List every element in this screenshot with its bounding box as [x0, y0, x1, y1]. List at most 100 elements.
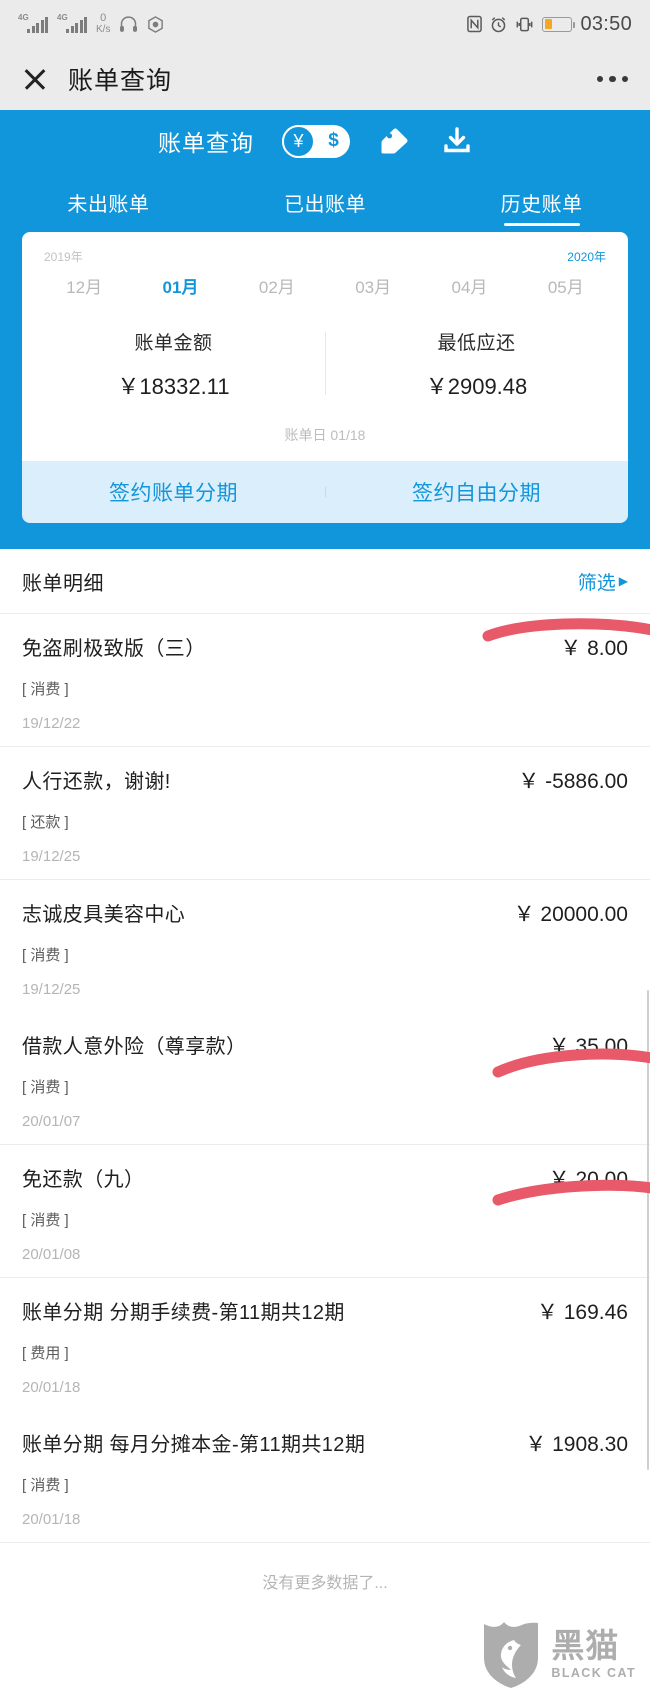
table-row[interactable]: 账单分期 每月分摊本金-第11期共12期 ￥ 1908.30 [ 消费 ] 20…: [0, 1410, 650, 1542]
transaction-name: 免盗刷极致版（三）: [22, 638, 206, 660]
table-row[interactable]: 志诚皮具美容中心 ￥ 20000.00 [ 消费 ] 19/12/25: [0, 880, 650, 1012]
row-primary-line: 免盗刷极致版（三） ￥ 8.00: [22, 632, 628, 662]
table-row[interactable]: 人行还款，谢谢! ￥ -5886.00 [ 还款 ] 19/12/25: [0, 747, 650, 879]
year-range-labels: 2019年 2020年: [22, 248, 628, 265]
transaction-type: [ 消费 ]: [22, 1477, 69, 1494]
page-title: 账单查询: [68, 67, 173, 95]
row-primary-line: 借款人意外险（尊享款） ￥ 35.00: [22, 1030, 628, 1060]
bill-card-wrapper: 2019年 2020年 12月 01月 02月 03月 04月 05月 账单金额…: [0, 232, 650, 523]
year-label-right: 2020年: [567, 250, 606, 264]
signal-gen-label-1: 4G: [18, 12, 29, 22]
header-bottom-spacer: [0, 523, 650, 549]
tab-unbilled[interactable]: 未出账单: [0, 172, 217, 232]
detail-section-header: 账单明细 筛选 ▶: [0, 549, 650, 613]
transaction-name: 免还款（九）: [22, 1169, 145, 1191]
end-of-list-note: 没有更多数据了...: [0, 1542, 650, 1613]
min-due-block: 最低应还 ￥2909.48: [325, 328, 628, 401]
watermark-cn-label: 黑猫: [551, 1626, 620, 1664]
download-icon[interactable]: [440, 124, 474, 158]
table-row[interactable]: 借款人意外险（尊享款） ￥ 35.00 [ 消费 ] 20/01/07: [0, 1012, 650, 1144]
transaction-date: 19/12/25: [22, 848, 81, 865]
bill-amount-label: 账单金额: [134, 333, 213, 354]
transaction-amount: ￥ -5886.00: [518, 770, 628, 793]
month-option-03[interactable]: 03月: [325, 273, 421, 298]
watermark-en-label: BLACK CAT: [551, 1665, 636, 1680]
transaction-group: 人行还款，谢谢! ￥ -5886.00 [ 还款 ] 19/12/25: [0, 746, 650, 879]
transaction-name: 志诚皮具美容中心: [22, 904, 186, 926]
vertical-scrollbar[interactable]: [646, 990, 649, 1470]
transaction-amount: ￥ 1908.30: [525, 1433, 628, 1456]
transaction-date: 20/01/18: [22, 1511, 81, 1528]
transaction-name: 人行还款，谢谢!: [22, 771, 171, 793]
app-badge-icon: [147, 15, 164, 33]
bill-summary-card: 2019年 2020年 12月 01月 02月 03月 04月 05月 账单金额…: [22, 232, 628, 461]
sign-bill-installment-button[interactable]: 签约账单分期: [22, 477, 325, 507]
table-row[interactable]: 免盗刷极致版（三） ￥ 8.00 [ 消费 ] 19/12/22: [0, 614, 650, 746]
more-options-icon[interactable]: [596, 75, 628, 83]
table-row[interactable]: 账单分期 分期手续费-第11期共12期 ￥ 169.46 [ 费用 ] 20/0…: [0, 1278, 650, 1410]
sign-free-installment-button[interactable]: 签约自由分期: [325, 477, 628, 507]
watermark: 黑猫 BLACK CAT: [480, 1618, 636, 1690]
transaction-name: 借款人意外险（尊享款）: [22, 1036, 247, 1058]
month-option-02[interactable]: 02月: [229, 273, 325, 298]
page-title-bar: 账单查询: [0, 48, 650, 110]
network-speed-unit: K/s: [96, 24, 111, 35]
row-primary-line: 免还款（九） ￥ 20.00: [22, 1163, 628, 1193]
network-speed-indicator: 0 K/s: [96, 13, 110, 35]
tag-icon[interactable]: [378, 124, 412, 158]
bill-tabs: 未出账单 已出账单 历史账单: [0, 172, 650, 232]
month-option-05[interactable]: 05月: [518, 273, 614, 298]
battery-icon: [542, 16, 576, 32]
transaction-type: [ 还款 ]: [22, 814, 69, 831]
signal-bars-icon-1: 4G: [18, 12, 48, 33]
tab-billed[interactable]: 已出账单: [217, 172, 434, 232]
chevron-right-icon: ▶: [618, 574, 628, 588]
month-option-01[interactable]: 01月: [132, 273, 228, 298]
month-selector: 12月 01月 02月 03月 04月 05月: [22, 265, 628, 298]
nfc-icon: [467, 15, 483, 33]
detail-section-title: 账单明细: [22, 572, 104, 595]
transaction-name: 账单分期 每月分摊本金-第11期共12期: [22, 1434, 366, 1456]
row-primary-line: 账单分期 每月分摊本金-第11期共12期 ￥ 1908.30: [22, 1428, 628, 1458]
table-row[interactable]: 免还款（九） ￥ 20.00 [ 消费 ] 20/01/08: [0, 1145, 650, 1277]
transaction-group: 免盗刷极致版（三） ￥ 8.00 [ 消费 ] 19/12/22: [0, 613, 650, 746]
blue-header: 账单查询 ¥ $ 未出账单 已出账单 历史账单 2019年 2020年 12月 …: [0, 110, 650, 549]
status-bar: 4G 4G 0 K/s 03:50: [0, 0, 650, 48]
currency-usd-option[interactable]: $: [317, 125, 350, 158]
row-primary-line: 账单分期 分期手续费-第11期共12期 ￥ 169.46: [22, 1296, 628, 1326]
alarm-icon: [490, 16, 507, 33]
headphone-icon: [119, 15, 138, 33]
transaction-group: 免还款（九） ￥ 20.00 [ 消费 ] 20/01/08: [0, 1144, 650, 1277]
currency-cny-option[interactable]: ¥: [282, 124, 315, 158]
row-primary-line: 志诚皮具美容中心 ￥ 20000.00: [22, 898, 628, 928]
signal-bars-icon-2: 4G: [57, 13, 87, 33]
vibrate-icon: [515, 16, 534, 33]
year-label-left: 2019年: [44, 250, 83, 264]
min-due-label: 最低应还: [437, 333, 516, 354]
black-cat-shield-icon: [484, 1622, 539, 1688]
transaction-date: 20/01/08: [22, 1246, 81, 1263]
filter-label: 筛选: [577, 572, 616, 594]
month-option-04[interactable]: 04月: [421, 273, 517, 298]
transaction-name: 账单分期 分期手续费-第11期共12期: [22, 1302, 345, 1324]
header-toolbar: 账单查询 ¥ $: [0, 110, 650, 172]
transaction-amount: ￥ 20.00: [548, 1168, 628, 1191]
row-primary-line: 人行还款，谢谢! ￥ -5886.00: [22, 765, 628, 795]
transaction-date: 19/12/25: [22, 981, 81, 998]
status-bar-left: 4G 4G 0 K/s: [18, 13, 164, 35]
transaction-amount: ￥ 8.00: [560, 637, 628, 660]
close-icon[interactable]: [22, 66, 48, 92]
status-bar-clock: 03:50: [580, 12, 632, 35]
header-title: 账单查询: [158, 130, 254, 156]
transaction-amount: ￥ 169.46: [536, 1301, 628, 1324]
currency-toggle[interactable]: ¥ $: [282, 124, 350, 158]
bill-amount-value: ￥18332.11: [117, 374, 230, 399]
filter-button[interactable]: 筛选 ▶: [578, 568, 628, 595]
month-option-12[interactable]: 12月: [36, 273, 132, 298]
bill-amount-block: 账单金额 ￥18332.11: [22, 328, 325, 401]
watermark-text: 黑猫 BLACK CAT: [551, 1629, 636, 1680]
transaction-date: 20/01/07: [22, 1113, 81, 1130]
transaction-date: 19/12/22: [22, 715, 81, 732]
bill-date-label: 账单日 01/18: [284, 427, 366, 443]
tab-history[interactable]: 历史账单: [433, 172, 650, 232]
